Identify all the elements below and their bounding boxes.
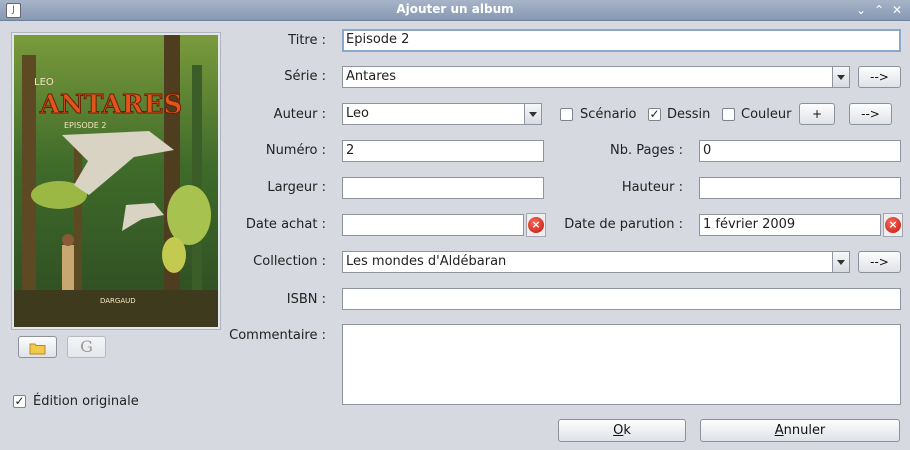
clear-icon: × <box>528 217 544 233</box>
cover-episode: EPISODE 2 <box>64 121 106 130</box>
hauteur-label: Hauteur : <box>621 180 683 195</box>
isbn-input[interactable] <box>342 288 901 310</box>
commentaire-textarea[interactable] <box>342 324 901 405</box>
serie-go-button[interactable]: --> <box>858 66 901 88</box>
folder-icon <box>29 343 45 355</box>
date-parution-input[interactable]: 1 février 2009 <box>699 214 881 236</box>
window-title: Ajouter un album <box>396 2 514 16</box>
date-achat-input[interactable] <box>342 214 524 236</box>
edition-originale-label: Édition originale <box>33 394 139 409</box>
clear-date-achat-button[interactable]: × <box>526 213 546 237</box>
annuler-label-rest: nnuler <box>783 423 826 438</box>
couleur-checkbox[interactable] <box>722 108 735 121</box>
collection-combo[interactable]: Les mondes d'Aldébaran <box>342 251 850 273</box>
collection-label: Collection : <box>253 254 326 269</box>
auteur-label: Auteur : <box>273 107 326 122</box>
serie-combo[interactable]: Antares <box>342 66 850 88</box>
add-author-button[interactable]: + <box>799 103 835 125</box>
ok-button[interactable]: Ok <box>558 419 686 442</box>
collection-go-button[interactable]: --> <box>858 251 901 273</box>
annuler-button[interactable]: Annuler <box>700 419 900 442</box>
chevron-down-icon[interactable] <box>832 252 849 272</box>
clear-icon: × <box>885 217 901 233</box>
numero-input[interactable]: 2 <box>342 140 544 162</box>
chevron-down-icon[interactable] <box>524 104 541 124</box>
dessin-label: Dessin <box>667 107 711 122</box>
serie-value: Antares <box>346 69 397 84</box>
commentaire-label: Commentaire : <box>229 328 326 343</box>
date-achat-label: Date achat : <box>245 217 326 232</box>
hauteur-input[interactable] <box>699 177 901 199</box>
titre-label: Titre : <box>288 33 326 48</box>
window-titlebar[interactable]: J Ajouter un album ⌄ ⌃ ✕ <box>0 0 910 21</box>
cover-publisher: DARGAUD <box>100 297 136 305</box>
scenario-checkbox[interactable] <box>560 108 573 121</box>
google-search-button[interactable]: G <box>67 336 106 358</box>
chevron-down-icon[interactable] <box>832 67 849 87</box>
largeur-label: Largeur : <box>267 180 326 195</box>
annuler-mnemonic: A <box>774 423 784 438</box>
titre-input[interactable]: Episode 2 <box>342 29 901 52</box>
collection-value: Les mondes d'Aldébaran <box>346 254 507 269</box>
largeur-input[interactable] <box>342 177 544 199</box>
nb-pages-input[interactable]: 0 <box>699 140 901 162</box>
ok-mnemonic: O <box>613 423 624 438</box>
date-parution-label: Date de parution : <box>564 217 683 232</box>
cover-image: LEO ANTARES EPISODE 2 DARGAUD <box>11 32 221 330</box>
cover-author: LEO <box>34 77 54 88</box>
scenario-label: Scénario <box>580 107 637 122</box>
nb-pages-label: Nb. Pages : <box>610 143 683 158</box>
auteur-combo[interactable]: Leo <box>342 103 542 125</box>
serie-label: Série : <box>284 69 326 84</box>
auteur-value: Leo <box>346 106 369 121</box>
cover-series: ANTARES <box>39 90 182 120</box>
dessin-checkbox[interactable]: ✓ <box>648 108 661 121</box>
auteur-go-button[interactable]: --> <box>849 103 892 125</box>
maximize-icon[interactable]: ⌃ <box>871 2 887 18</box>
isbn-label: ISBN : <box>286 292 326 307</box>
close-icon[interactable]: ✕ <box>889 2 905 18</box>
numero-label: Numéro : <box>265 143 326 158</box>
ok-label-rest: k <box>623 423 631 438</box>
open-image-button[interactable] <box>18 336 57 358</box>
minimize-icon[interactable]: ⌄ <box>853 2 869 18</box>
clear-date-parution-button[interactable]: × <box>883 213 903 237</box>
edition-originale-checkbox[interactable]: ✓ <box>13 395 26 408</box>
couleur-label: Couleur <box>741 107 792 122</box>
